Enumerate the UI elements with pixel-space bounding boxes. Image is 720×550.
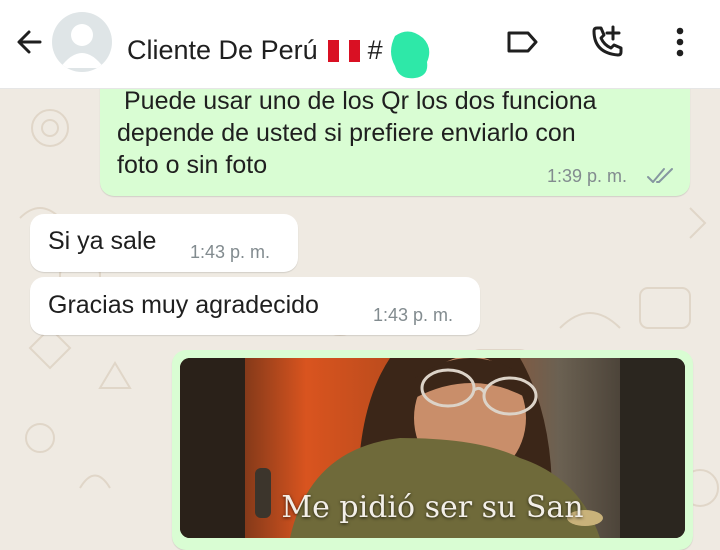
incoming-message-bubble[interactable]: Gracias muy agradecido 1:43 p. m. xyxy=(30,277,480,335)
chat-header: Cliente De Perú # xyxy=(0,0,720,89)
message-time: 1:43 p. m. xyxy=(373,305,454,325)
avatar-placeholder-icon xyxy=(60,24,104,68)
add-call-icon[interactable] xyxy=(586,22,626,62)
message-text: Gracias muy agradecido xyxy=(48,291,319,319)
back-arrow-icon[interactable] xyxy=(12,24,48,60)
redaction-blot xyxy=(390,31,429,79)
message-line: Puede usar uno de los Qr los dos funcion… xyxy=(124,87,597,115)
more-vert-icon[interactable] xyxy=(660,22,700,62)
avatar[interactable] xyxy=(52,12,112,72)
incoming-message-bubble[interactable]: Si ya sale 1:43 p. m. xyxy=(30,214,298,272)
contact-name-row[interactable]: Cliente De Perú # xyxy=(127,24,431,79)
label-tag-icon[interactable] xyxy=(502,22,542,62)
shared-photo[interactable]: Me pidió ser su San xyxy=(180,358,685,538)
message-text: Si ya sale xyxy=(48,227,157,255)
message-line: depende de usted si prefiere enviarlo co… xyxy=(117,119,576,147)
contact-name: Cliente De Perú xyxy=(127,34,318,65)
message-time: 1:39 p. m. xyxy=(547,166,628,186)
peru-flag-icon xyxy=(327,40,360,62)
message-line: foto o sin foto xyxy=(117,151,268,179)
message-time: 1:43 p. m. xyxy=(190,242,271,262)
contact-hash: # xyxy=(367,34,383,65)
image-caption: Me pidió ser su San xyxy=(281,490,584,525)
read-ticks-icon xyxy=(647,168,673,183)
